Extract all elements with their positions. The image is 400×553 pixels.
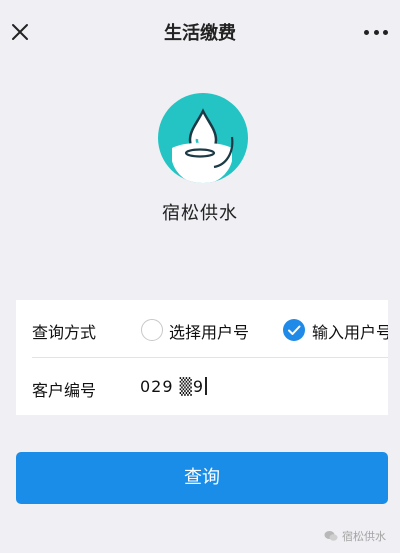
radio-select-account[interactable] xyxy=(141,319,163,341)
account-number-value: 029 ▒9 xyxy=(140,377,205,396)
option-input-account-label[interactable]: 输入用户号 xyxy=(312,319,388,343)
radio-input-account[interactable] xyxy=(283,319,305,341)
water-drop-logo-icon xyxy=(158,93,248,183)
watermark: 宿松供水 xyxy=(324,528,386,544)
account-number-label: 客户编号 xyxy=(32,381,97,400)
query-button[interactable]: 查询 xyxy=(16,452,388,504)
wechat-icon xyxy=(324,531,338,541)
query-method-row: 查询方式 选择用户号 输入用户号 xyxy=(16,300,388,357)
account-number-row: 客户编号 029 ▒9 xyxy=(16,358,388,415)
brand-name: 宿松供水 xyxy=(162,203,238,224)
account-number-input[interactable]: 029 ▒9 xyxy=(140,377,207,396)
page-title: 生活缴费 xyxy=(164,23,236,44)
query-method-label: 查询方式 xyxy=(32,323,97,342)
top-bar: 生活缴费 xyxy=(0,0,400,64)
query-form: 查询方式 选择用户号 输入用户号 客户编号 029 ▒9 xyxy=(16,300,388,415)
text-caret xyxy=(205,377,207,395)
more-options-icon[interactable] xyxy=(364,22,388,42)
watermark-text: 宿松供水 xyxy=(342,530,386,543)
check-icon xyxy=(288,325,301,335)
option-select-account-label[interactable]: 选择用户号 xyxy=(169,319,249,343)
